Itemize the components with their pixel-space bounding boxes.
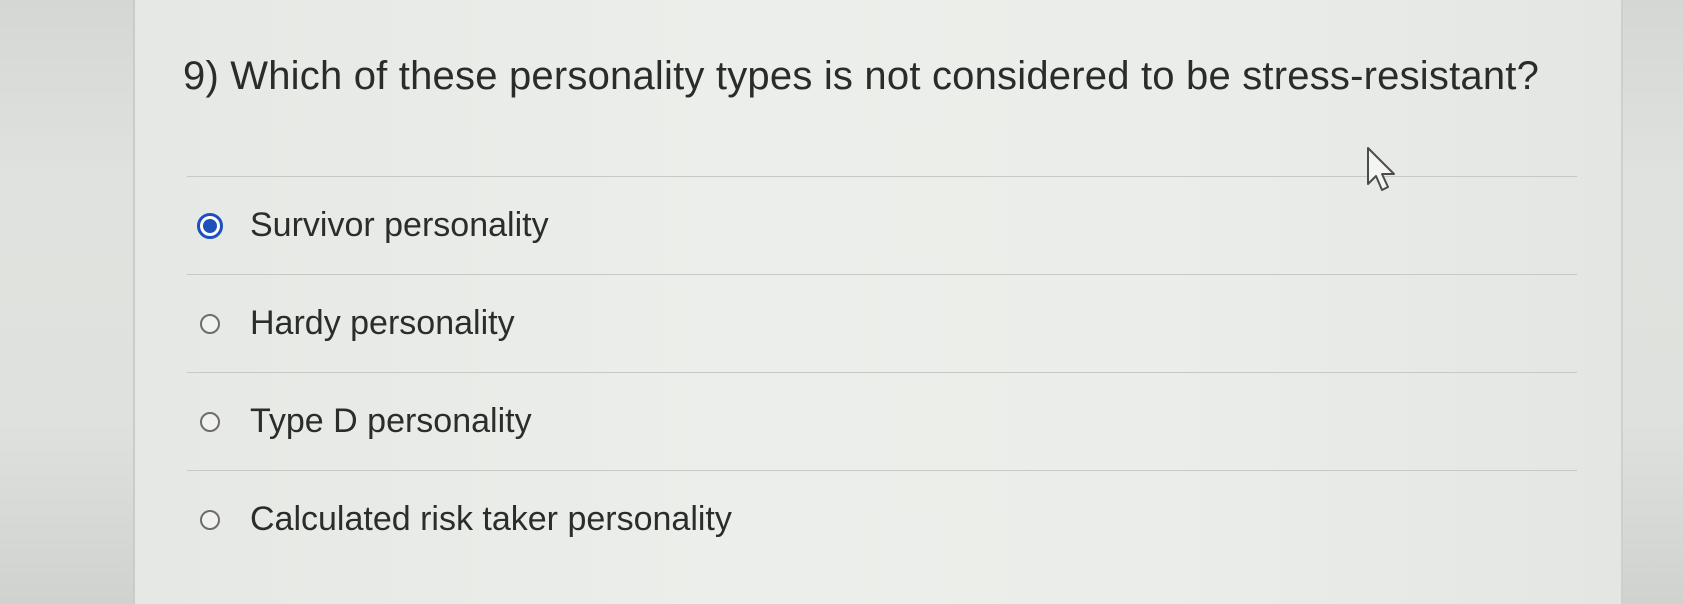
radio-button[interactable] [200, 411, 220, 432]
option-hardy-personality[interactable]: Hardy personality [187, 274, 1577, 372]
radio-button-selected[interactable] [197, 212, 223, 239]
option-label: Type D personality [250, 402, 532, 440]
option-type-d-personality[interactable]: Type D personality [187, 372, 1577, 470]
radio-button[interactable] [200, 313, 220, 334]
option-calculated-risk-taker-personality[interactable]: Calculated risk taker personality [187, 470, 1577, 568]
question-text: 9) Which of these personality types is n… [183, 54, 1540, 98]
option-label: Calculated risk taker personality [250, 500, 732, 538]
answer-options: Survivor personality Hardy personality T… [187, 176, 1577, 568]
quiz-panel: 9) Which of these personality types is n… [133, 0, 1623, 604]
arrow-cursor-icon [1367, 147, 1395, 191]
option-label: Survivor personality [250, 206, 549, 244]
radio-button[interactable] [200, 509, 220, 530]
option-label: Hardy personality [250, 304, 515, 342]
